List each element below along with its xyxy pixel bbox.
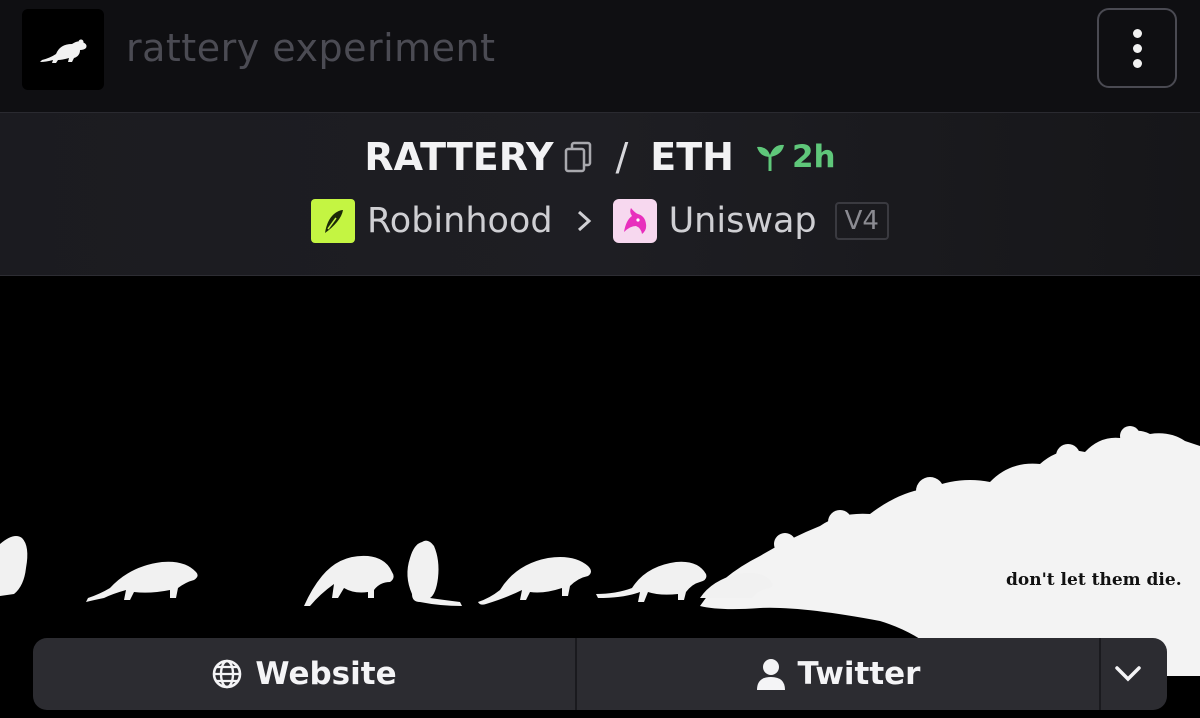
menu-dot: [1132, 58, 1142, 68]
sprout-icon: [756, 144, 784, 171]
token-logo[interactable]: [22, 9, 104, 90]
token-banner: don't let them die.: [0, 276, 1200, 676]
more-links-button[interactable]: [1101, 638, 1167, 710]
dex-version-badge: V4: [834, 202, 889, 240]
banner-caption: don't let them die.: [1006, 570, 1182, 590]
links-bar: Website Twitter: [33, 638, 1167, 710]
more-vertical-icon: [1132, 28, 1142, 38]
pair-age: 2h: [791, 139, 836, 175]
rats-illustration: [0, 426, 1200, 676]
chevron-right-icon: [575, 208, 593, 234]
pair-separator: /: [615, 135, 629, 179]
website-label: Website: [255, 656, 397, 692]
dex-name[interactable]: Uniswap: [669, 201, 817, 241]
twitter-label: Twitter: [797, 656, 921, 692]
uniswap-icon: [612, 199, 657, 243]
base-token: RATTERY: [364, 135, 554, 179]
chain-name[interactable]: Robinhood: [367, 201, 553, 241]
chevron-down-icon: [1115, 666, 1141, 682]
pair-title: RATTERY / ETH 2h: [0, 135, 1200, 179]
route-line: Robinhood Uniswap V4: [0, 199, 1200, 243]
app-title: rattery experiment: [126, 26, 496, 70]
menu-dot: [1132, 43, 1142, 53]
robinhood-icon: [311, 199, 356, 243]
top-bar: rattery experiment: [0, 0, 1200, 113]
website-button[interactable]: Website: [33, 638, 577, 710]
rat-icon: [40, 39, 87, 63]
copy-icon[interactable]: [563, 141, 593, 173]
menu-button[interactable]: [1097, 8, 1177, 88]
pair-header: RATTERY / ETH 2h Robinhood Uniswap V4: [0, 113, 1200, 276]
user-icon: [756, 659, 785, 690]
twitter-button[interactable]: Twitter: [577, 638, 1101, 710]
globe-icon: [213, 659, 242, 689]
pair-age-badge: 2h: [754, 139, 836, 175]
quote-token: ETH: [650, 135, 734, 179]
